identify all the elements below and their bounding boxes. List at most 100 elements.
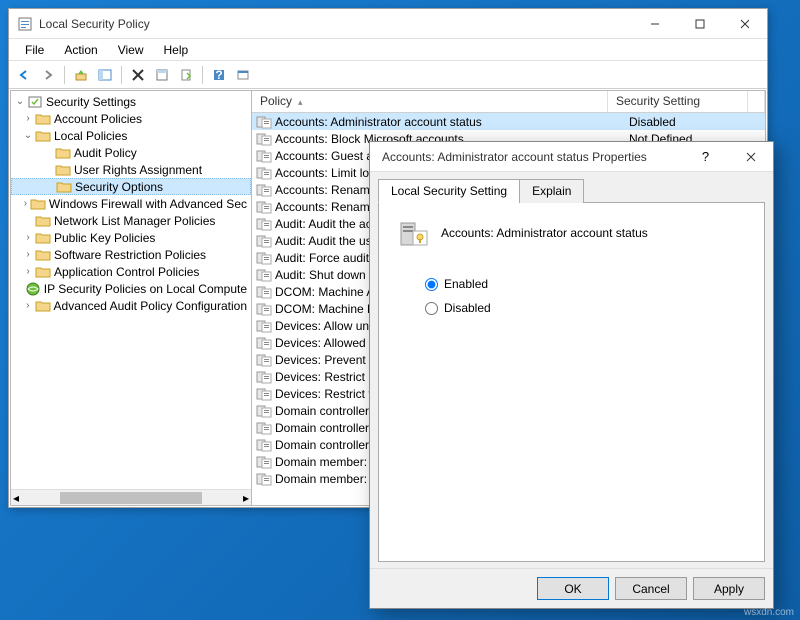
tree-item[interactable]: User Rights Assignment [11,161,251,178]
close-button[interactable] [722,9,767,38]
policy-icon [256,421,272,435]
column-security-setting[interactable]: Security Setting [608,91,748,112]
menu-action[interactable]: Action [54,41,107,59]
scroll-left-icon[interactable]: ◂ [13,491,19,505]
list-row[interactable]: Accounts: Administrator account statusDi… [252,113,765,130]
folder-icon [35,230,51,246]
help-button[interactable]: ? [208,64,230,86]
watermark: wsxdn.com [744,607,794,618]
show-hide-tree-button[interactable] [94,64,116,86]
ok-button[interactable]: OK [537,577,609,600]
menu-help[interactable]: Help [154,41,199,59]
menu-file[interactable]: File [15,41,54,59]
tree-item-label: User Rights Assignment [74,163,202,177]
folder-icon [35,213,51,229]
policy-icon [256,200,272,214]
radio-enabled-input[interactable] [425,278,438,291]
policy-icon [256,183,272,197]
tree-root[interactable]: ⌄ Security Settings [11,93,251,110]
policy-large-icon [397,217,429,249]
up-button[interactable] [70,64,92,86]
policy-icon [256,387,272,401]
tree-item-label: Account Policies [54,112,142,126]
apply-button[interactable]: Apply [693,577,765,600]
properties-dialog: Accounts: Administrator account status P… [369,141,774,609]
tree-item-label: Audit Policy [74,146,137,160]
expand-icon[interactable]: ⌄ [13,96,27,107]
export-button[interactable] [175,64,197,86]
tree-item-label: Local Policies [54,129,127,143]
radio-disabled[interactable]: Disabled [425,301,746,315]
policy-icon [256,404,272,418]
toolbar: ? [9,61,767,89]
expand-icon[interactable]: › [21,300,35,311]
column-spacer [748,91,765,112]
tree-item[interactable]: › Advanced Audit Policy Configuration [11,297,251,314]
radio-enabled-label: Enabled [444,277,488,291]
forward-button[interactable] [37,64,59,86]
tree-item[interactable]: ⌄ Local Policies [11,127,251,144]
tree-item-label: Application Control Policies [54,265,199,279]
policy-icon [256,319,272,333]
tree-item[interactable]: Audit Policy [11,144,251,161]
refresh-button[interactable] [232,64,254,86]
tree-item[interactable]: IP Security Policies on Local Compute [11,280,251,297]
radio-disabled-input[interactable] [425,302,438,315]
policy-name: Devices: Allowed to [275,336,379,350]
policy-icon [256,370,272,384]
scroll-thumb[interactable] [60,492,202,504]
tree-item[interactable]: › Application Control Policies [11,263,251,280]
titlebar[interactable]: Local Security Policy [9,9,767,39]
list-header: Policy▴ Security Setting [252,91,765,113]
dialog-title: Accounts: Administrator account status P… [378,150,683,164]
policy-name: Domain controller: L [275,421,382,435]
policy-icon [256,132,272,146]
maximize-button[interactable] [677,9,722,38]
dialog-tabs: Local Security Setting Explain [378,178,765,203]
expand-icon[interactable]: › [21,249,35,260]
tree-item[interactable]: ›Windows Firewall with Advanced Sec [11,195,251,212]
menu-view[interactable]: View [108,41,154,59]
tree-item[interactable]: Network List Manager Policies [11,212,251,229]
dialog-titlebar[interactable]: Accounts: Administrator account status P… [370,142,773,172]
dialog-close-button[interactable] [728,142,773,171]
tree-item[interactable]: › Software Restriction Policies [11,246,251,263]
expand-icon[interactable]: ⌄ [21,130,35,141]
column-policy[interactable]: Policy▴ [252,91,608,112]
tab-local-security-setting[interactable]: Local Security Setting [378,179,520,203]
policy-icon [256,268,272,282]
tree-panel[interactable]: ⌄ Security Settings › Account Policies ⌄ Lo… [11,91,252,505]
tree-item-label: Network List Manager Policies [54,214,215,228]
expand-icon[interactable]: › [21,198,30,209]
policy-name: Domain member: Di [275,472,382,486]
tab-explain[interactable]: Explain [519,179,584,203]
properties-button[interactable] [151,64,173,86]
tree-hscrollbar[interactable]: ◂ ▸ [11,489,251,505]
scroll-right-icon[interactable]: ▸ [243,491,249,505]
policy-icon [256,336,272,350]
radio-enabled[interactable]: Enabled [425,277,746,291]
expand-icon[interactable]: › [21,266,35,277]
tree-item[interactable]: ›Public Key Policies [11,229,251,246]
policy-icon [256,455,272,469]
back-button[interactable] [13,64,35,86]
menubar: File Action View Help [9,39,767,61]
dialog-help-button[interactable]: ? [683,142,728,171]
tree-item[interactable]: › Account Policies [11,110,251,127]
policy-name: Domain controller: A [275,404,383,418]
policy-icon [256,251,272,265]
tree-item-label: Software Restriction Policies [54,248,206,262]
policy-name: Audit: Audit the use [275,234,378,248]
policy-name: Devices: Allow undo [275,319,382,333]
tree-item-label: Advanced Audit Policy Configuration [54,299,247,313]
security-settings-icon [27,94,43,110]
tree-root-label: Security Settings [46,95,136,109]
delete-button[interactable] [127,64,149,86]
minimize-button[interactable] [632,9,677,38]
expand-icon[interactable]: › [21,232,35,243]
tree-item[interactable]: Security Options [11,178,251,195]
expand-icon[interactable]: › [21,113,35,124]
cancel-button[interactable]: Cancel [615,577,687,600]
svg-text:?: ? [215,68,222,82]
policy-setting: Disabled [625,115,765,129]
